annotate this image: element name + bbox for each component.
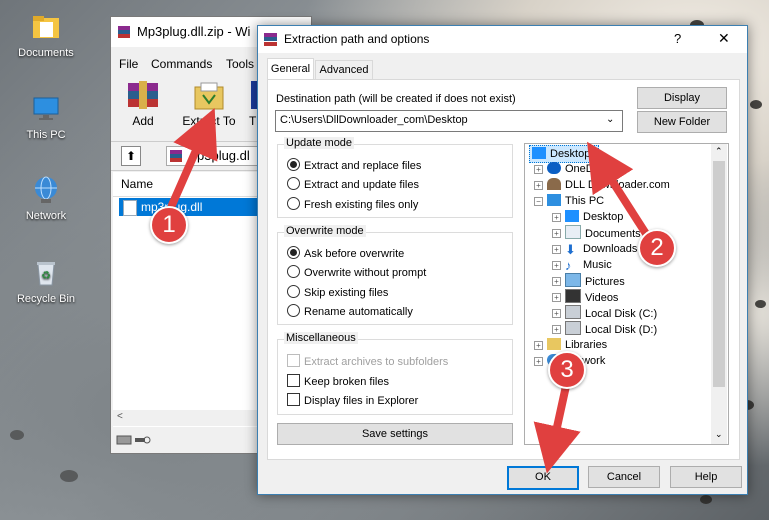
arrow-1 [168, 108, 218, 209]
arrow-3 [533, 382, 581, 474]
step-marker-3: 3 [548, 351, 586, 389]
step-marker-1: 1 [150, 206, 188, 244]
step-marker-2: 2 [638, 229, 676, 267]
arrow-2 [587, 141, 654, 244]
